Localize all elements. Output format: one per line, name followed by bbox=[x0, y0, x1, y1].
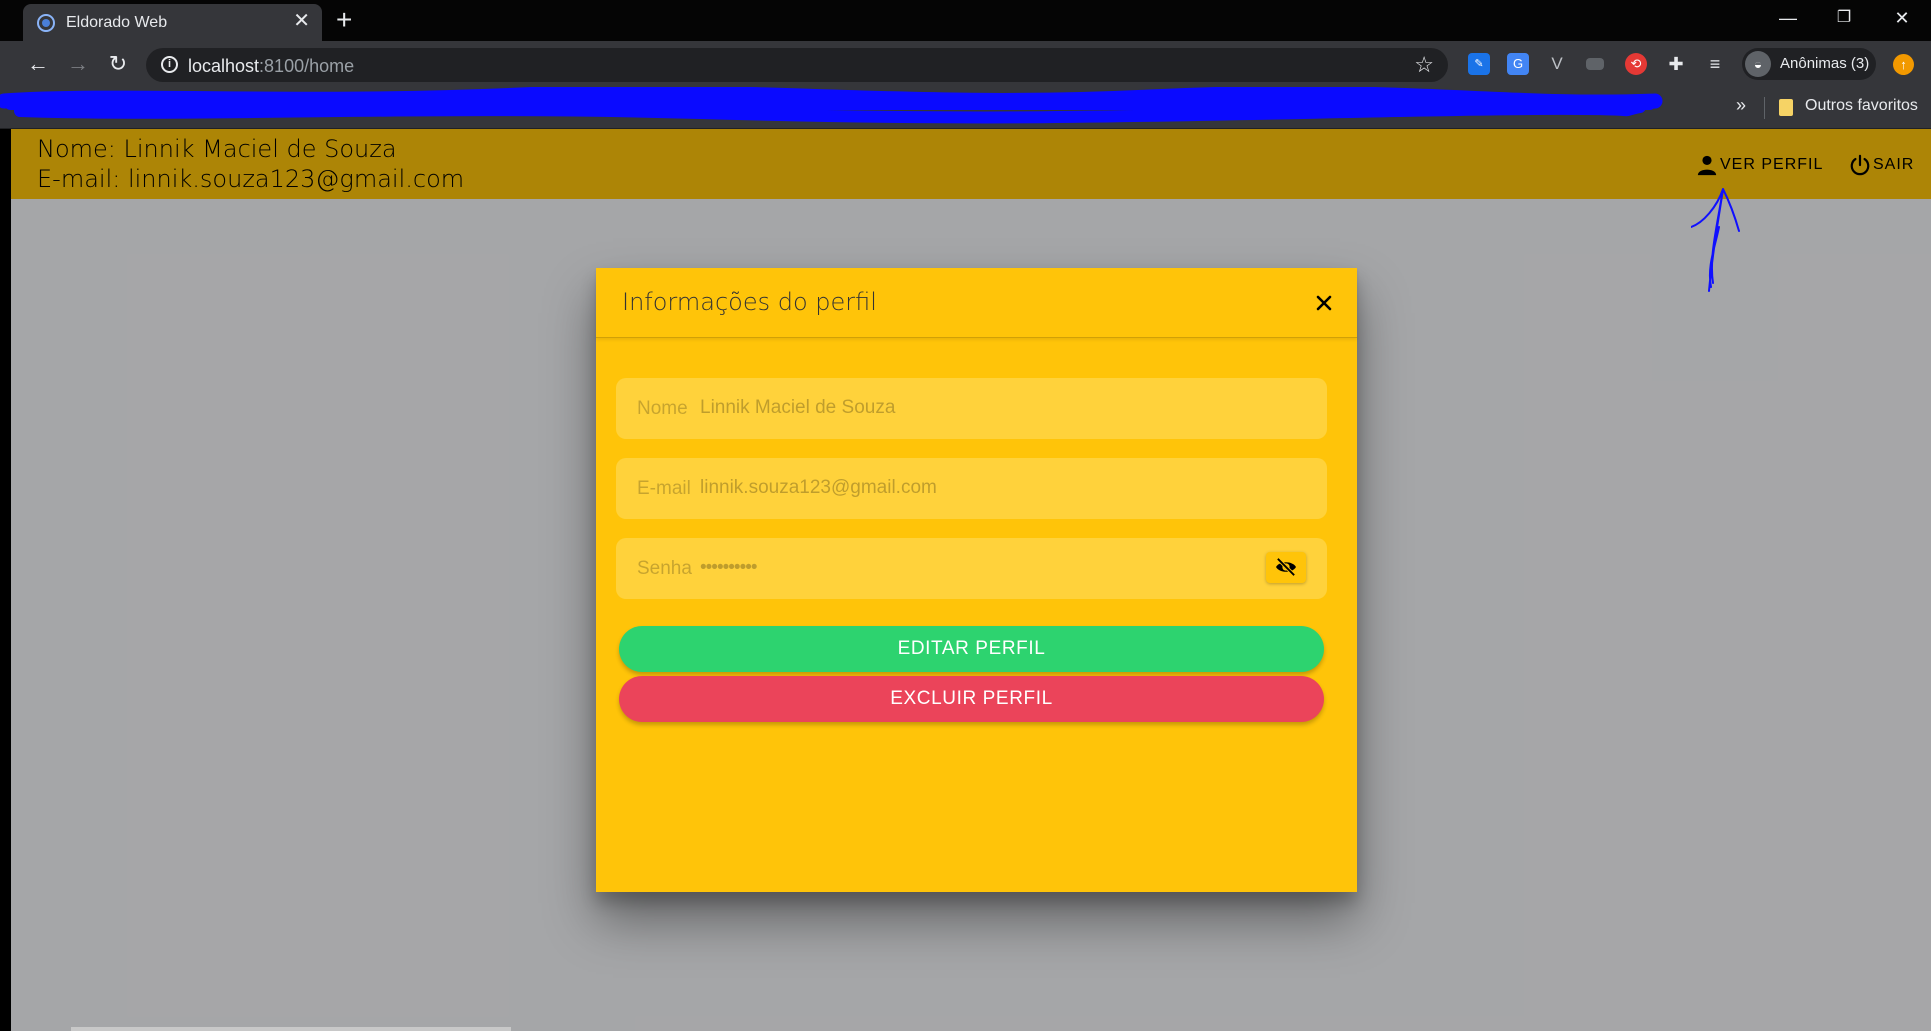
chromium-favicon-icon bbox=[37, 14, 55, 32]
password-field-label: Senha bbox=[637, 558, 692, 579]
hand-drawn-arrow-annotation bbox=[1691, 188, 1740, 292]
close-icon[interactable] bbox=[1311, 290, 1337, 316]
email-field-label: E-mail bbox=[637, 478, 691, 499]
scrollbar-remnant bbox=[71, 1027, 511, 1031]
close-tab-icon[interactable]: ✕ bbox=[293, 11, 310, 31]
password-input[interactable] bbox=[700, 552, 1220, 584]
restore-window-button[interactable]: ❐ bbox=[1816, 0, 1872, 38]
update-arrow-icon[interactable]: ↑ bbox=[1893, 54, 1914, 75]
pencil-ext-icon[interactable]: ✎ bbox=[1468, 53, 1490, 75]
incognito-icon: ◒ bbox=[1745, 51, 1771, 77]
eye-off-icon bbox=[1276, 557, 1296, 577]
browser-tab[interactable]: Eldorado Web ✕ bbox=[23, 4, 322, 41]
name-field-label: Nome bbox=[637, 398, 688, 419]
modal-title: Informações do perfil bbox=[622, 288, 877, 316]
toggle-password-visibility-button[interactable] bbox=[1266, 552, 1306, 583]
bookmarks-divider bbox=[1764, 97, 1765, 119]
url-text[interactable]: localhost:8100/home bbox=[188, 56, 354, 77]
media-queue-icon[interactable]: ≡ bbox=[1704, 53, 1726, 75]
translate-icon[interactable]: G bbox=[1507, 53, 1529, 75]
other-bookmarks-folder[interactable]: Outros favoritos bbox=[1805, 97, 1918, 115]
forward-arrow-icon[interactable]: → bbox=[64, 50, 92, 78]
reload-icon[interactable]: ↻ bbox=[104, 50, 132, 78]
page-viewport: Nome: Linnik Maciel de Souza E-mail: lin… bbox=[0, 129, 1931, 1031]
tab-title: Eldorado Web bbox=[66, 14, 168, 31]
email-input[interactable] bbox=[700, 472, 1220, 504]
bookmark-star-icon[interactable]: ☆ bbox=[1414, 52, 1434, 78]
close-window-button[interactable]: ✕ bbox=[1874, 0, 1930, 38]
sync-ext-icon[interactable]: ⟲ bbox=[1625, 53, 1647, 75]
address-bar[interactable]: i localhost:8100/home ☆ bbox=[146, 48, 1448, 82]
browser-toolbar: ← → ↻ i localhost:8100/home ☆ ✎ G V ⟲ ✚ … bbox=[0, 41, 1931, 87]
new-tab-button[interactable]: + bbox=[336, 5, 352, 35]
email-field: E-mail bbox=[616, 458, 1327, 519]
redaction-scribble bbox=[0, 87, 1663, 124]
name-input[interactable] bbox=[700, 392, 1220, 424]
browser-title-bar: Eldorado Web ✕ + — ❐ ✕ bbox=[0, 0, 1931, 41]
name-field: Nome bbox=[616, 378, 1327, 439]
profile-modal: Informações do perfil Nome E-mail Senha bbox=[596, 268, 1357, 892]
site-info-icon[interactable]: i bbox=[161, 56, 178, 73]
profile-label: Anônimas (3) bbox=[1780, 55, 1870, 72]
puzzle-icon[interactable]: ✚ bbox=[1665, 53, 1687, 75]
edit-profile-button[interactable]: EDITAR PERFIL bbox=[619, 626, 1324, 672]
folder-icon bbox=[1779, 99, 1793, 116]
delete-profile-button[interactable]: EXCLUIR PERFIL bbox=[619, 676, 1324, 722]
vue-devtools-icon[interactable]: V bbox=[1546, 53, 1568, 75]
modal-header: Informações do perfil bbox=[596, 268, 1357, 338]
incognito-profile-button[interactable]: ◒ Anônimas (3) bbox=[1742, 48, 1876, 80]
video-ext-icon[interactable] bbox=[1586, 58, 1604, 70]
bookmarks-overflow-chevron[interactable]: » bbox=[1736, 95, 1746, 116]
app-page: Nome: Linnik Maciel de Souza E-mail: lin… bbox=[11, 129, 1931, 1031]
bookmarks-bar: » Outros favoritos bbox=[0, 87, 1931, 129]
password-field: Senha bbox=[616, 538, 1327, 599]
back-arrow-icon[interactable]: ← bbox=[24, 50, 52, 78]
minimize-window-button[interactable]: — bbox=[1760, 0, 1816, 38]
